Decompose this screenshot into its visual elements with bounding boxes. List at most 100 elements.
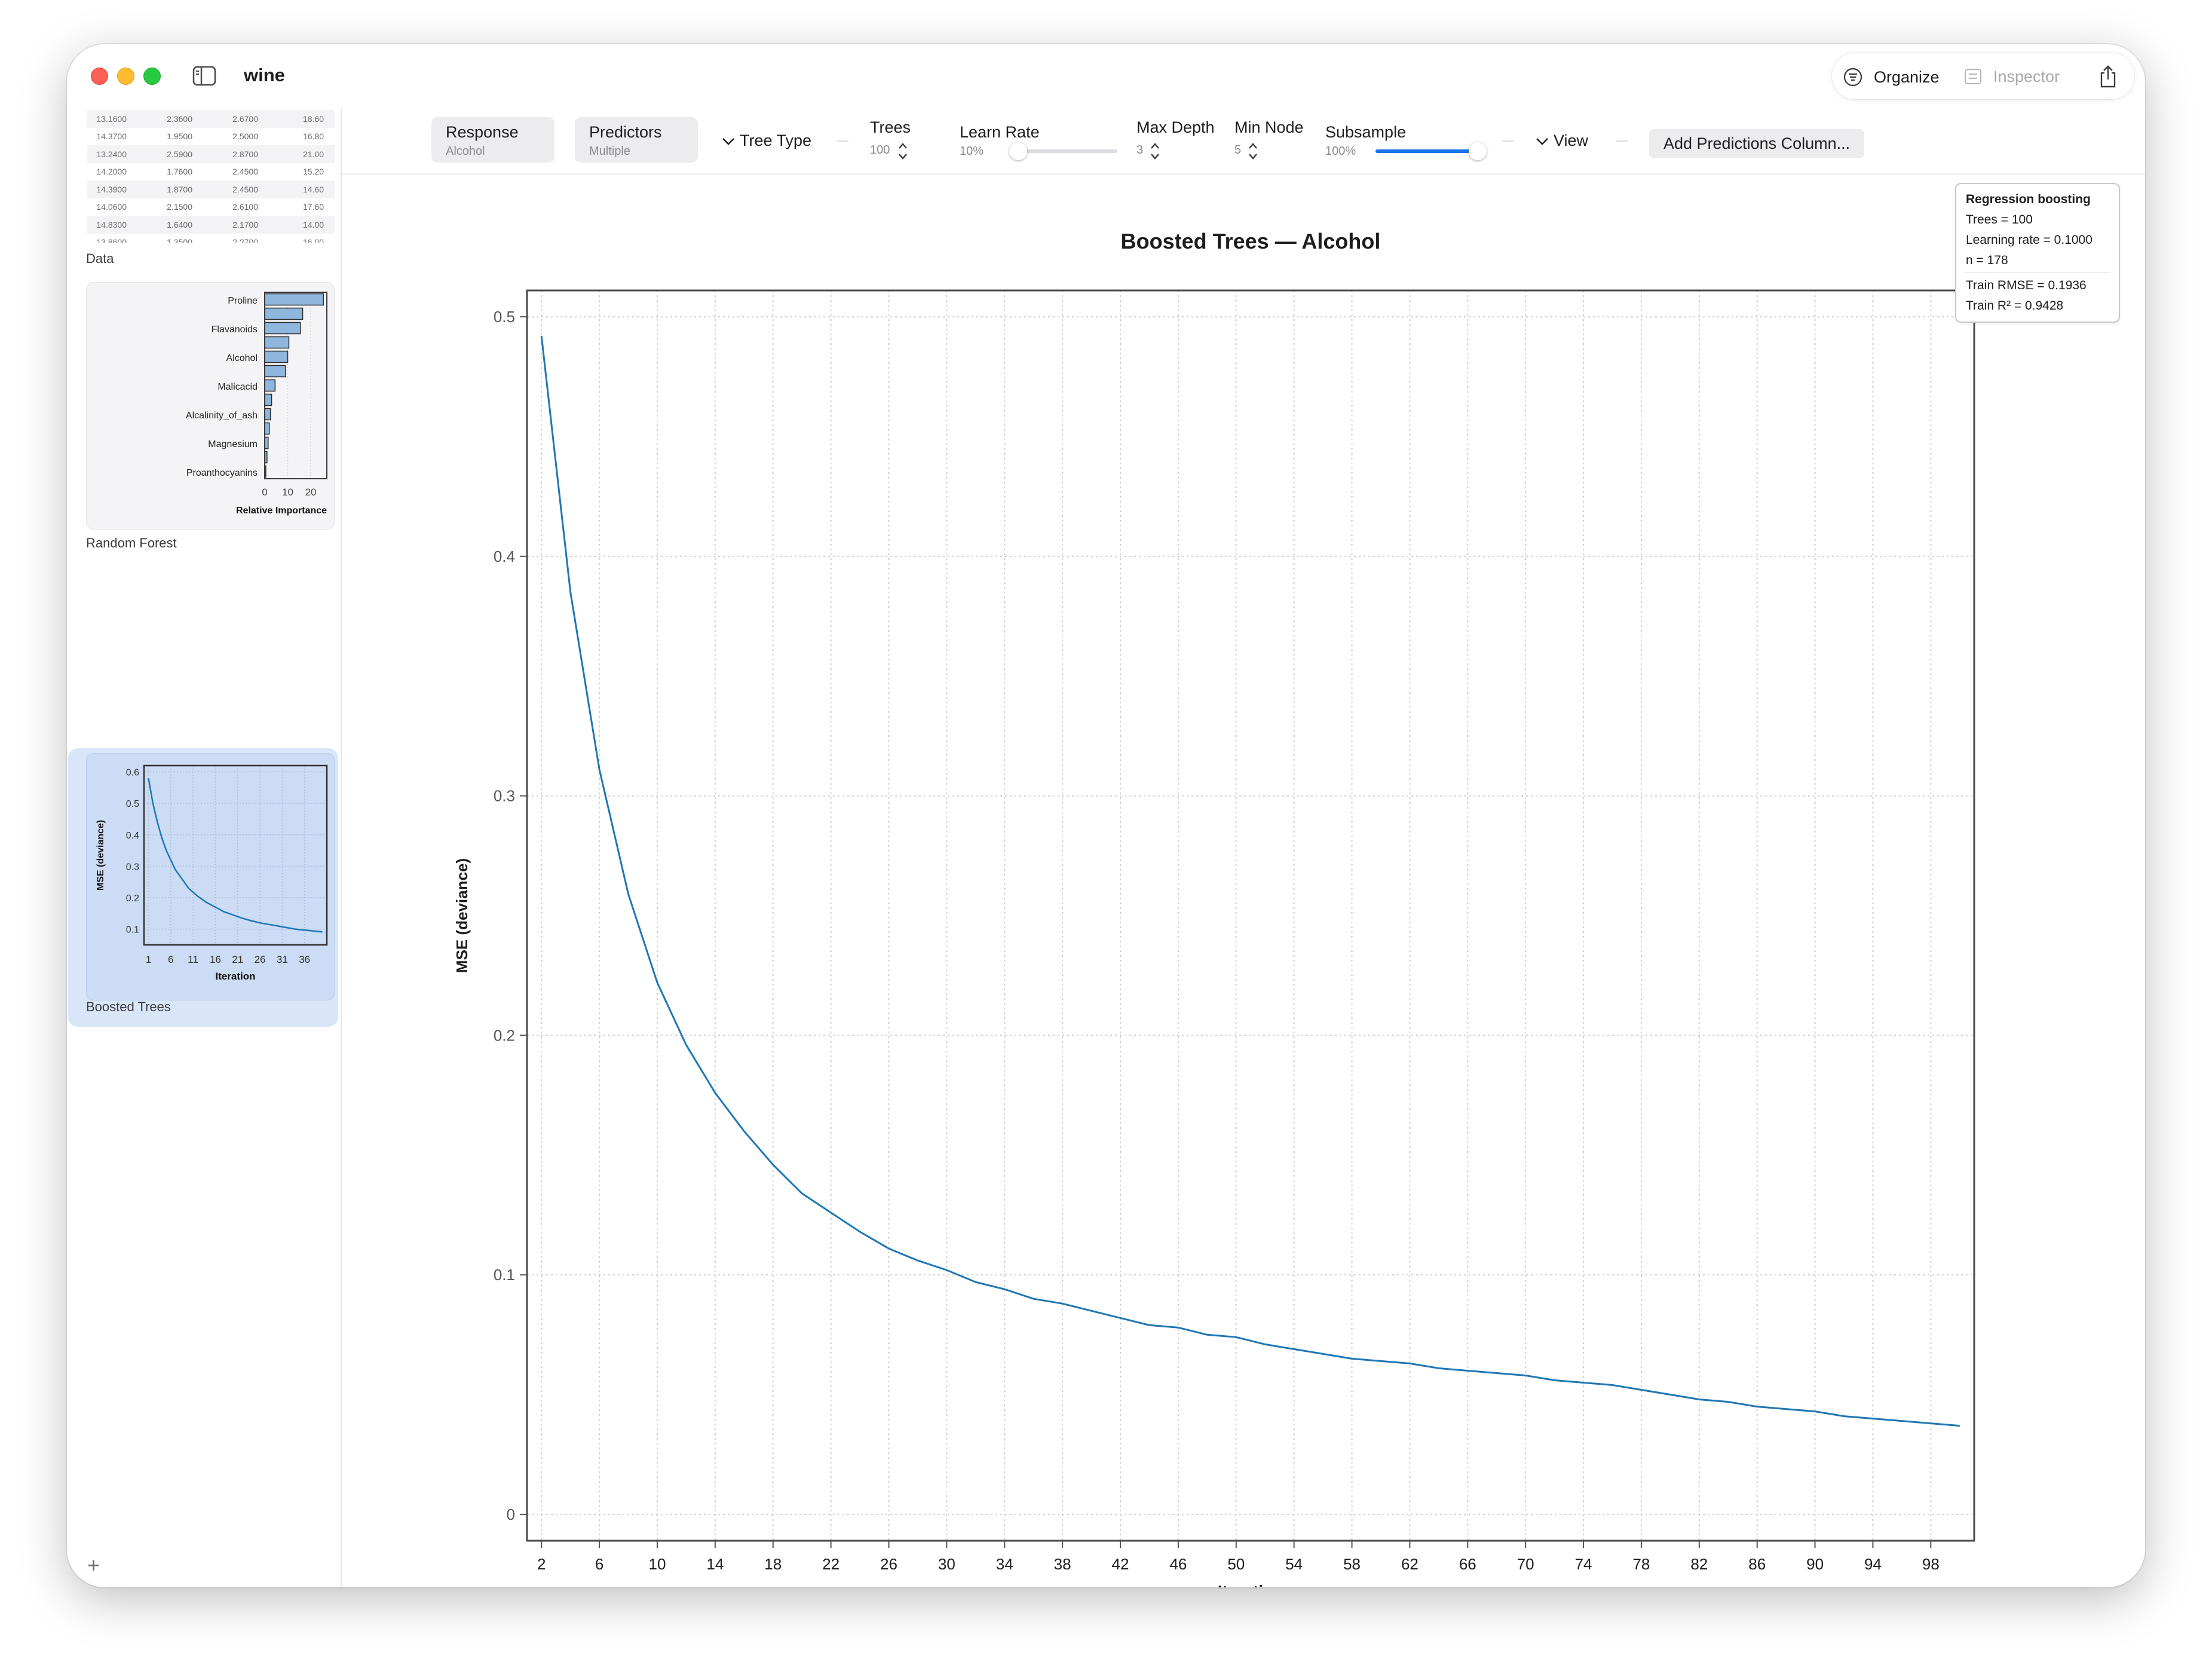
data-table-row: 13.8600 1.3500 2.2700 16.00 [87, 234, 335, 243]
x-tick-label: 82 [1690, 1555, 1708, 1573]
model-summary-callout: Regression boosting Trees = 100 Learning… [1955, 183, 2120, 323]
min-node-stepper-icon[interactable] [1248, 141, 1258, 161]
close-window-button[interactable] [91, 68, 108, 85]
data-table-cell: 14.2000 [96, 167, 127, 177]
rf-bar [264, 293, 324, 306]
data-table-cell: 1.3500 [167, 237, 192, 243]
subsample-label: Subsample [1325, 123, 1407, 141]
data-table-cell: 1.8700 [167, 184, 192, 194]
view-menu[interactable]: View [1536, 131, 1588, 150]
bt-x-tick-label: 1 [146, 954, 151, 965]
bt-x-tick-label: 21 [232, 954, 243, 965]
rf-feature-label: Flavanoids [212, 325, 258, 335]
x-tick-label: 66 [1459, 1555, 1476, 1573]
rf-x-tick-label: 10 [282, 486, 293, 498]
data-table-row: 13.2400 2.5900 2.8700 21.00 [87, 145, 335, 163]
callout-title: Regression boosting [1966, 192, 2091, 206]
data-thumb-label: Data [86, 251, 114, 266]
data-table-cell: 2.5000 [232, 131, 258, 142]
data-table-cell: 21.00 [302, 149, 324, 159]
rf-bar [264, 393, 272, 406]
trees-value: 100 [870, 143, 890, 157]
learn-rate-knob[interactable] [1009, 142, 1028, 160]
chart-title: Boosted Trees — Alcohol [1121, 229, 1381, 253]
x-tick-label: 74 [1575, 1555, 1592, 1573]
x-tick-label: 58 [1343, 1555, 1361, 1573]
bt-x-tick-label: 26 [255, 954, 266, 965]
data-table-cell: 2.3600 [167, 114, 192, 124]
predictors-value: Multiple [589, 145, 630, 158]
rf-x-tick-label: 20 [305, 486, 317, 498]
minimize-window-button[interactable] [117, 68, 134, 85]
trees-label: Trees [870, 118, 911, 136]
data-table-cell: 14.00 [302, 219, 324, 229]
bt-mini-chart: 1 6 11 16 21 26 31 360.10.20.30.40.50.6Iteratio… [96, 764, 328, 982]
data-table-cell: 15.20 [302, 167, 324, 177]
bt-plot-frame [143, 764, 328, 946]
trees-stepper-icon[interactable] [897, 141, 908, 161]
x-tick-label: 34 [996, 1555, 1013, 1573]
x-tick-label: 26 [880, 1555, 897, 1573]
tree-type-menu[interactable]: Tree Type [722, 131, 811, 150]
data-table-cell: 2.8700 [232, 149, 258, 159]
max-depth-stepper-icon[interactable] [1150, 141, 1160, 161]
response-label: Response [446, 123, 519, 141]
data-thumbnail[interactable]: 13.1600 2.3600 2.6700 18.60 14.3700 1.9500 2.5… [87, 110, 335, 243]
x-tick-label: 98 [1922, 1555, 1940, 1573]
callout-n: n = 178 [1966, 253, 2008, 267]
data-table-cell: 14.3700 [96, 131, 127, 142]
data-table-cell: 13.1600 [96, 114, 127, 124]
random-forest-thumbnail[interactable]: 0 10 20 Proline Flavanoids Alcohol Malicacid Al… [86, 282, 335, 530]
y-axis-label: MSE (deviance) [453, 858, 471, 973]
rf-bar [264, 422, 270, 435]
bt-y-tick-label: 0.2 [126, 893, 139, 904]
min-node-label: Min Node [1234, 118, 1304, 136]
view-label: View [1554, 131, 1589, 149]
min-node-value: 5 [1234, 143, 1242, 157]
x-tick-label: 90 [1806, 1555, 1824, 1573]
data-table-cell: 14.0600 [96, 202, 127, 212]
data-table-cell: 1.6400 [167, 219, 192, 229]
data-table-cell: 14.3900 [96, 184, 127, 194]
subsample-knob[interactable] [1469, 142, 1487, 160]
y-tick-label: 0.2 [494, 1026, 515, 1044]
x-tick-label: 62 [1401, 1555, 1419, 1573]
response-selector[interactable]: Response Alcohol [431, 117, 554, 163]
data-table-row: 14.8300 1.6400 2.1700 14.00 [87, 216, 335, 234]
boosted-trees-thumbnail[interactable]: 1 6 11 16 21 26 31 36 0.1 0.2 0.3 0.4 0.5 0.6 Iteratio… [86, 753, 335, 1000]
data-table-cell: 13.2400 [96, 149, 127, 159]
organize-button[interactable]: Organize [1843, 67, 1940, 87]
inspector-button[interactable]: Inspector [1963, 67, 2060, 86]
sidebar-toggle-icon[interactable] [192, 66, 216, 86]
data-table-cell: 2.1500 [167, 202, 192, 212]
x-tick-label: 86 [1748, 1555, 1766, 1573]
share-icon[interactable] [2098, 65, 2118, 88]
inspector-icon [1965, 69, 1981, 84]
data-table-cell: 14.60 [302, 184, 324, 194]
bt-y-tick-label: 0.6 [126, 768, 139, 778]
x-tick-label: 22 [822, 1555, 840, 1573]
data-table-cell: 2.6100 [232, 202, 258, 212]
x-tick-label: 78 [1632, 1555, 1650, 1573]
data-table-cell: 13.8600 [96, 237, 127, 243]
x-tick-label: 10 [649, 1555, 666, 1573]
data-table-cell: 17.60 [302, 202, 324, 212]
data-table-cell: 2.5900 [167, 149, 192, 159]
rf-feature-label: Malicacid [217, 382, 258, 392]
subsample-slider[interactable] [1375, 142, 1487, 160]
add-predictions-column-button[interactable]: Add Predictions Column... [1649, 129, 1865, 158]
learn-rate-label: Learn Rate [960, 123, 1040, 141]
bt-x-tick-label: 31 [277, 954, 288, 965]
add-analysis-button[interactable]: + [87, 1553, 100, 1578]
data-table-cell: 16.80 [302, 131, 324, 142]
zoom-window-button[interactable] [143, 68, 161, 85]
rf-feature-label: Proanthocyanins [186, 468, 258, 478]
x-axis-label: Iteration [1218, 1582, 1283, 1587]
chevron-down-icon [722, 137, 734, 145]
predictors-selector[interactable]: Predictors Multiple [575, 117, 698, 163]
learn-rate-slider[interactable] [1009, 142, 1117, 160]
top-right-controls: Organize Inspector [1832, 53, 2134, 99]
data-table-cell: 2.4500 [232, 184, 258, 194]
data-table-cell: 14.8300 [96, 219, 127, 229]
rf-feature-label: Alcohol [226, 353, 258, 363]
